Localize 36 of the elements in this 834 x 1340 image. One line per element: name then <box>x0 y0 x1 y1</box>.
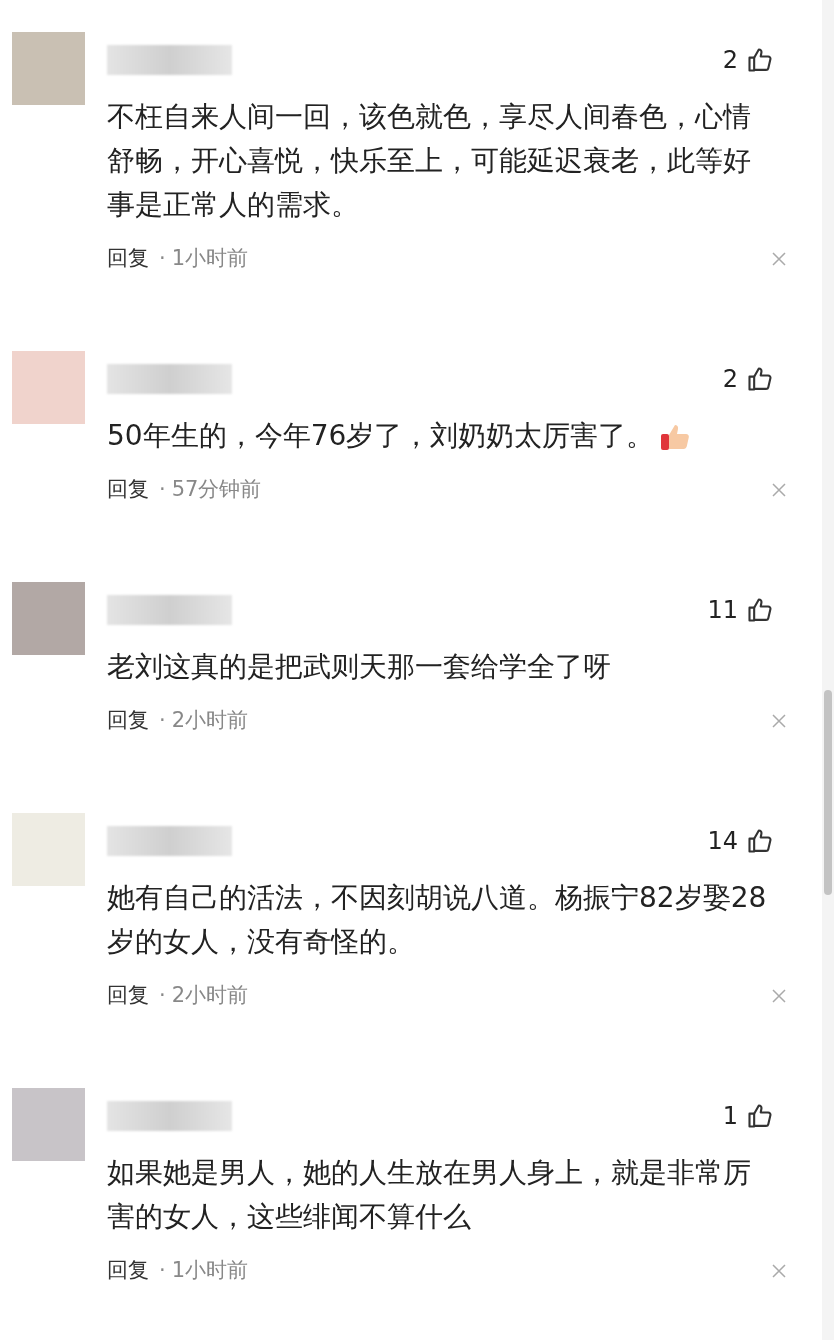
comment-text: 她有自己的活法，不因刻胡说八道。杨振宁82岁娶28岁的女人，没有奇怪的。 <box>107 880 768 960</box>
close-icon[interactable] <box>772 1264 786 1278</box>
scrollbar-thumb[interactable] <box>824 690 832 895</box>
reply-link[interactable]: 回复 <box>107 1255 149 1287</box>
thumbs-up-icon[interactable] <box>746 596 774 624</box>
like-count: 11 <box>707 595 738 626</box>
separator-dot: · <box>159 1257 166 1285</box>
comment-text: 不枉自来人间一回，该色就色，享尽人间春色，心情舒畅，开心喜悦，快乐至上，可能延迟衰老，此等好事是正常人的需求。 <box>107 99 752 223</box>
comment-text: 老刘这真的是把武则天那一套给学全了呀 <box>107 649 612 685</box>
thumbs-up-icon[interactable] <box>746 1102 774 1130</box>
thumbs-up-icon[interactable] <box>746 827 774 855</box>
reply-link[interactable]: 回复 <box>107 705 149 737</box>
comment-text: 如果她是男人，她的人生放在男人身上，就是非常厉害的女人，这些绯闻不算什么 <box>107 1155 752 1235</box>
close-icon[interactable] <box>772 252 786 266</box>
timestamp: 57分钟前 <box>171 476 262 504</box>
like-count: 14 <box>707 826 738 857</box>
separator-dot: · <box>159 707 166 735</box>
like-count: 2 <box>722 45 738 76</box>
like-count: 2 <box>722 364 738 395</box>
reply-link[interactable]: 回复 <box>107 474 149 506</box>
timestamp: 1小时前 <box>171 1257 249 1285</box>
like-count: 1 <box>722 1101 738 1132</box>
timestamp: 1小时前 <box>171 245 249 273</box>
separator-dot: · <box>159 476 166 504</box>
separator-dot: · <box>159 245 166 273</box>
close-icon[interactable] <box>772 989 786 1003</box>
separator-dot: · <box>159 982 166 1010</box>
close-icon[interactable] <box>772 483 786 497</box>
timestamp: 2小时前 <box>171 707 249 735</box>
thumbs-up-icon[interactable] <box>746 365 774 393</box>
timestamp: 2小时前 <box>171 982 249 1010</box>
thumbs-up-icon[interactable] <box>746 46 774 74</box>
comment-text: 50年生的，今年76岁了，刘奶奶太厉害了。 <box>107 414 774 458</box>
reply-link[interactable]: 回复 <box>107 243 149 275</box>
close-icon[interactable] <box>772 714 786 728</box>
reply-link[interactable]: 回复 <box>107 980 149 1012</box>
